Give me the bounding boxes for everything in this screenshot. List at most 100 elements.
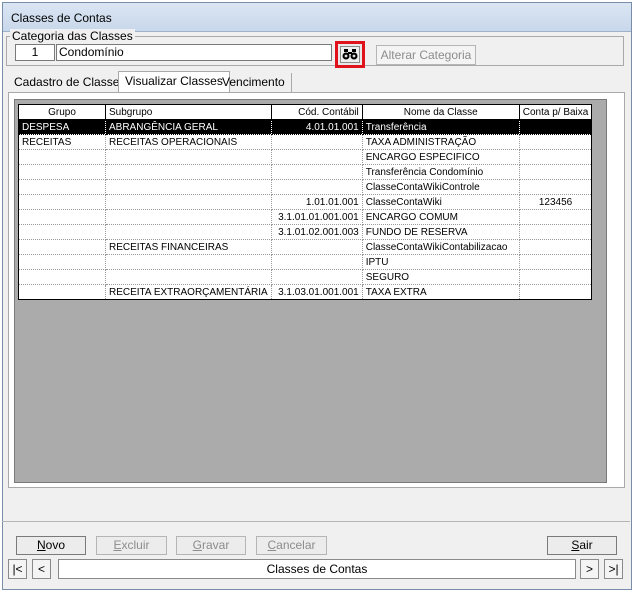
cell-grupo[interactable] (18, 179, 106, 195)
table-row[interactable]: 3.1.01.01.001.001 ENCARGO COMUM (18, 209, 593, 225)
search-category-button[interactable] (335, 41, 365, 68)
gravar-button[interactable]: Gravar (176, 536, 246, 555)
table-row[interactable]: RECEITAS FINANCEIRAS ClasseContaWikiConta… (18, 239, 593, 255)
cell-subgrupo[interactable] (105, 194, 272, 210)
nav-next-button[interactable]: > (580, 559, 599, 579)
table-row[interactable]: SEGURO (18, 269, 593, 285)
cell-nome-classe[interactable]: Transferência Condomínio (361, 164, 520, 180)
cell-conta-baixa[interactable] (518, 269, 593, 285)
cell-grupo[interactable] (18, 224, 106, 240)
cell-grupo[interactable]: RECEITAS (18, 134, 106, 150)
cell-cod-contabil[interactable]: 3.1.03.01.001.001 (270, 284, 363, 300)
cell-conta-baixa[interactable] (518, 149, 593, 165)
table-row[interactable]: DESPESA ABRANGÊNCIA GERAL 4.01.01.001 Trans… (18, 119, 593, 135)
cell-nome-classe[interactable]: ClasseContaWiki (361, 194, 520, 210)
cell-conta-baixa[interactable] (518, 164, 593, 180)
category-number-field[interactable]: 1 (15, 44, 55, 61)
col-nome-classe[interactable]: Nome da Classe (361, 104, 520, 120)
cell-subgrupo[interactable] (105, 149, 272, 165)
cell-grupo[interactable] (18, 149, 106, 165)
cell-subgrupo[interactable] (105, 269, 272, 285)
col-subgrupo[interactable]: Subgrupo (105, 104, 272, 120)
table-row[interactable]: ENCARGO ESPECIFICO (18, 149, 593, 165)
cell-subgrupo[interactable]: ABRANGÊNCIA GERAL (105, 119, 272, 135)
cell-conta-baixa[interactable] (518, 179, 593, 195)
cell-conta-baixa[interactable] (518, 134, 593, 150)
col-grupo[interactable]: Grupo (18, 104, 106, 120)
grid-header-row: Grupo Subgrupo Cód. Contábil Nome da Cla… (18, 104, 593, 120)
cell-cod-contabil[interactable]: 4.01.01.001 (270, 119, 363, 135)
cell-grupo[interactable] (18, 254, 106, 270)
window-title: Classes de Contas (11, 11, 112, 25)
cell-conta-baixa[interactable] (518, 119, 593, 135)
cell-nome-classe[interactable]: ENCARGO ESPECIFICO (361, 149, 520, 165)
novo-button[interactable]: Novo (16, 536, 86, 555)
cell-grupo[interactable] (18, 209, 106, 225)
cell-grupo[interactable] (18, 269, 106, 285)
cell-grupo[interactable] (18, 284, 106, 300)
tab-cadastro-classes[interactable]: Cadastro de Classes (8, 73, 131, 92)
cell-subgrupo[interactable] (105, 209, 272, 225)
nav-first-button[interactable]: |< (8, 559, 27, 579)
cell-cod-contabil[interactable] (270, 254, 363, 270)
cell-conta-baixa[interactable]: 123456 (518, 194, 593, 210)
category-legend: Categoria das Classes (10, 29, 135, 43)
cell-cod-contabil[interactable] (270, 269, 363, 285)
cell-cod-contabil[interactable] (270, 164, 363, 180)
cell-nome-classe[interactable]: SEGURO (361, 269, 520, 285)
sair-button[interactable]: Sair (547, 536, 617, 555)
col-conta-baixa[interactable]: Conta p/ Baixa (518, 104, 593, 120)
cell-conta-baixa[interactable] (518, 284, 593, 300)
cell-grupo[interactable] (18, 164, 106, 180)
bottom-divider (2, 521, 630, 522)
cell-subgrupo[interactable]: RECEITA EXTRAORÇAMENTÁRIA (105, 284, 272, 300)
cell-cod-contabil[interactable]: 1.01.01.001 (270, 194, 363, 210)
cell-cod-contabil[interactable]: 3.1.01.02.001.003 (270, 224, 363, 240)
cell-nome-classe[interactable]: ClasseContaWikiControle (361, 179, 520, 195)
cell-nome-classe[interactable]: ClasseContaWikiContabilizacao (361, 239, 520, 255)
nav-prev-button[interactable]: < (32, 559, 51, 579)
cell-cod-contabil[interactable] (270, 179, 363, 195)
cell-nome-classe[interactable]: Transferência (361, 119, 520, 135)
cell-nome-classe[interactable]: IPTU (361, 254, 520, 270)
tab-visualizar-classes[interactable]: Visualizar Classes (118, 71, 230, 94)
cell-subgrupo[interactable]: RECEITAS OPERACIONAIS (105, 134, 272, 150)
cell-conta-baixa[interactable] (518, 224, 593, 240)
cell-grupo[interactable] (18, 194, 106, 210)
table-row[interactable]: 1.01.01.001 ClasseContaWiki 123456 (18, 194, 593, 210)
cell-conta-baixa[interactable] (518, 209, 593, 225)
cell-nome-classe[interactable]: FUNDO DE RESERVA (361, 224, 520, 240)
alter-category-button[interactable]: Alterar Categoria (376, 45, 476, 65)
tab-vencimento[interactable]: Vencimento (216, 73, 292, 92)
cell-grupo[interactable] (18, 239, 106, 255)
nav-last-button[interactable]: >| (604, 559, 623, 579)
cell-conta-baixa[interactable] (518, 239, 593, 255)
navigator-label: Classes de Contas (58, 559, 576, 579)
cell-subgrupo[interactable] (105, 179, 272, 195)
cell-nome-classe[interactable]: TAXA ADMINISTRAÇÃO (361, 134, 520, 150)
cell-cod-contabil[interactable]: 3.1.01.01.001.001 (270, 209, 363, 225)
cell-subgrupo[interactable] (105, 224, 272, 240)
col-cod-contabil[interactable]: Cód. Contábil (270, 104, 363, 120)
table-row[interactable]: Transferência Condomínio (18, 164, 593, 180)
table-row[interactable]: 3.1.01.02.001.003 FUNDO DE RESERVA (18, 224, 593, 240)
cell-nome-classe[interactable]: TAXA EXTRA (361, 284, 520, 300)
cell-conta-baixa[interactable] (518, 254, 593, 270)
cell-cod-contabil[interactable] (270, 239, 363, 255)
excluir-button[interactable]: Excluir (96, 536, 167, 555)
table-row[interactable]: RECEITA EXTRAORÇAMENTÁRIA 3.1.03.01.001.0… (18, 284, 593, 300)
cell-subgrupo[interactable] (105, 164, 272, 180)
record-navigator: |< < Classes de Contas > >| (8, 559, 628, 580)
cell-cod-contabil[interactable] (270, 149, 363, 165)
cell-nome-classe[interactable]: ENCARGO COMUM (361, 209, 520, 225)
cell-subgrupo[interactable]: RECEITAS FINANCEIRAS (105, 239, 272, 255)
cell-grupo[interactable]: DESPESA (18, 119, 106, 135)
category-name-field[interactable]: Condomínio (56, 44, 332, 61)
cell-subgrupo[interactable] (105, 254, 272, 270)
cell-cod-contabil[interactable] (270, 134, 363, 150)
table-row[interactable]: IPTU (18, 254, 593, 270)
table-row[interactable]: ClasseContaWikiControle (18, 179, 593, 195)
cancelar-button[interactable]: Cancelar (256, 536, 327, 555)
classes-grid: Grupo Subgrupo Cód. Contábil Nome da Cla… (18, 104, 593, 300)
table-row[interactable]: RECEITAS RECEITAS OPERACIONAIS TAXA ADMINI… (18, 134, 593, 150)
